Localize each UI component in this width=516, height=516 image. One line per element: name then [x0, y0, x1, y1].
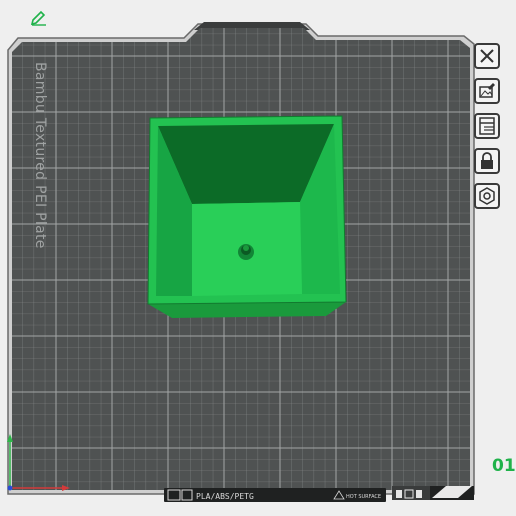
- filament-info: PLA/ABS/PETG: [196, 492, 254, 501]
- pick-background-button[interactable]: [474, 78, 500, 104]
- model-green-box[interactable]: [147, 115, 347, 318]
- settings-button[interactable]: [474, 183, 500, 209]
- plate-name-label: Bambu Textured PEI Plate: [32, 62, 48, 249]
- layout-button[interactable]: [474, 113, 500, 139]
- image-edit-icon: [479, 83, 495, 98]
- plate-info-strip: PLA/ABS/PETG HOT SURFACE: [164, 486, 474, 502]
- close-button[interactable]: [474, 43, 500, 69]
- build-plate-viewport[interactable]: PLA/ABS/PETG HOT SURFACE: [0, 0, 516, 516]
- close-icon: [480, 49, 494, 63]
- layout-icon: [479, 117, 495, 135]
- lock-icon: [481, 152, 493, 169]
- hexagon-nut-icon: [479, 187, 495, 205]
- pencil-icon[interactable]: [29, 6, 49, 26]
- surface-info: HOT SURFACE: [346, 494, 381, 500]
- plate-number[interactable]: 01: [492, 456, 516, 476]
- lock-button[interactable]: [474, 148, 500, 174]
